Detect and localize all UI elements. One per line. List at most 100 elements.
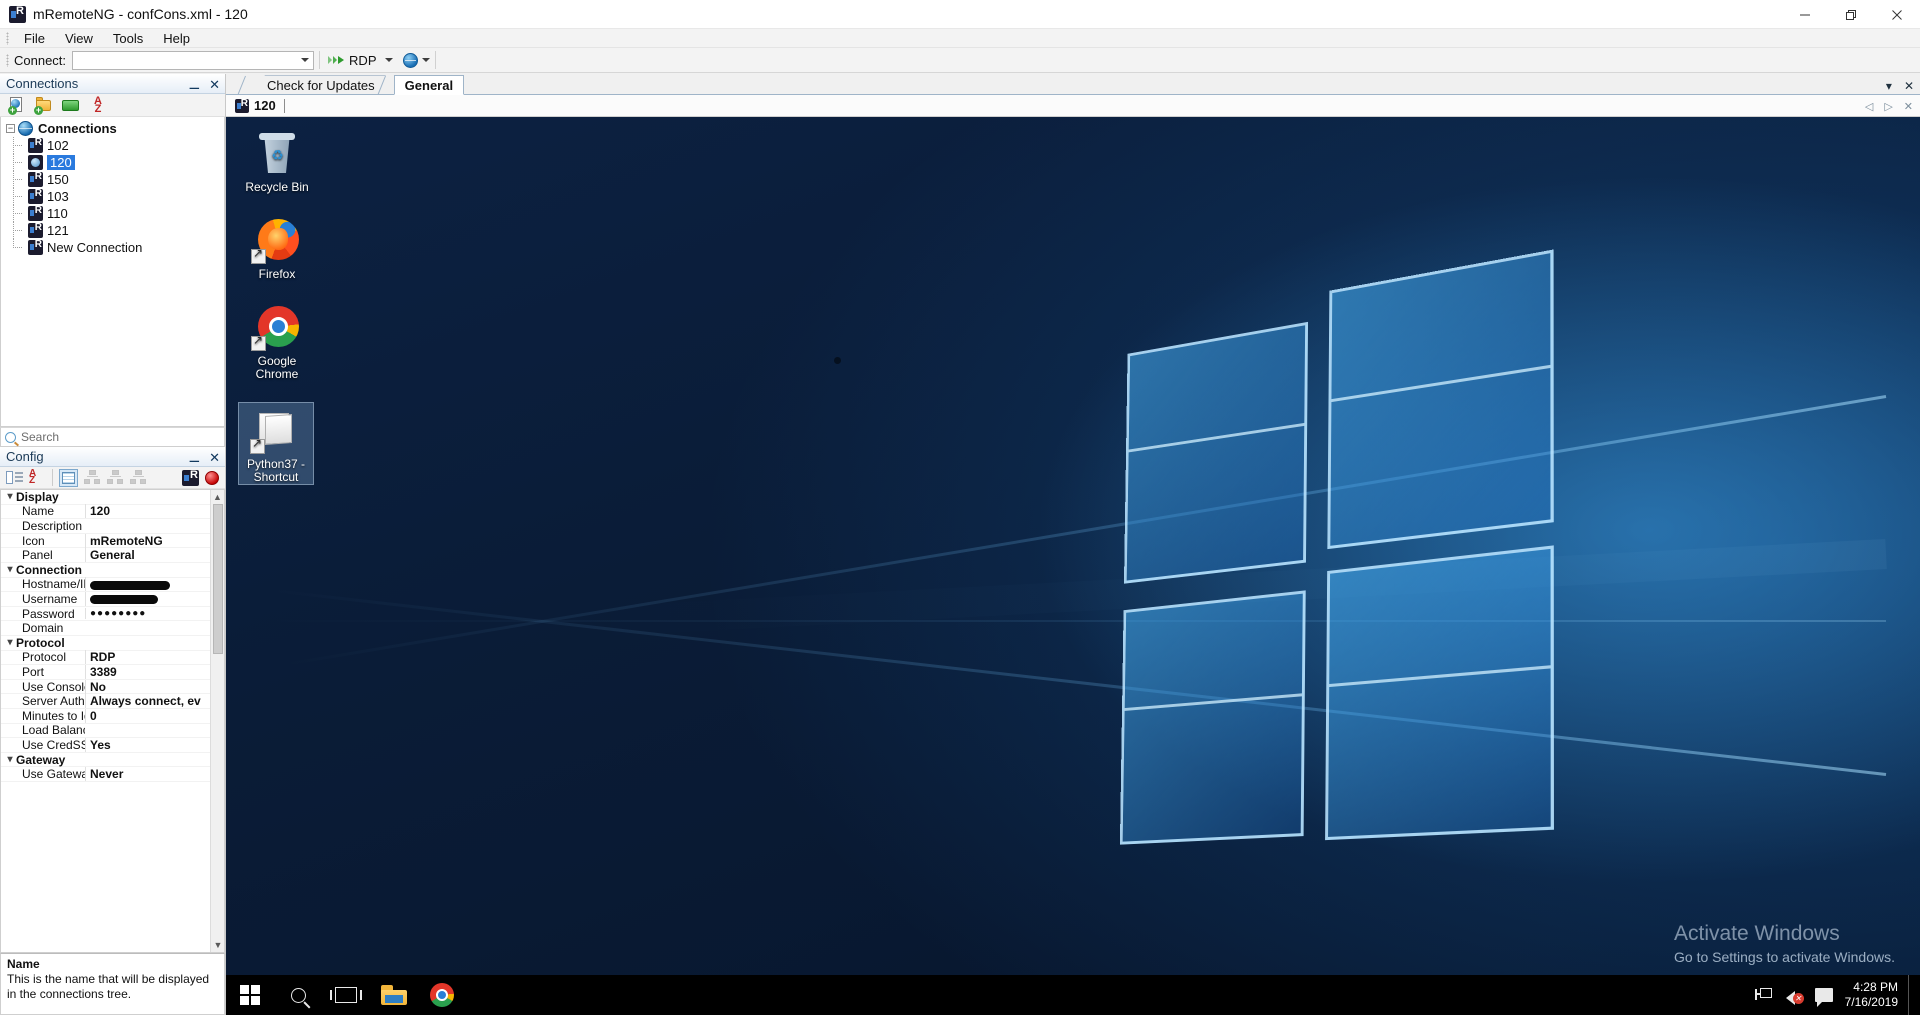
tab-list-chevron-down-icon[interactable]: ▾ — [1886, 80, 1892, 92]
action-center-tray-icon[interactable] — [1809, 975, 1839, 1015]
chrome-taskbar-button[interactable] — [418, 975, 466, 1015]
tree-item-120[interactable]: 120 — [1, 154, 224, 171]
collapse-icon[interactable]: − — [6, 124, 15, 133]
tree-item-103[interactable]: 103 — [1, 188, 224, 205]
volume-tray-icon[interactable]: ✕ — [1779, 975, 1809, 1015]
menu-view[interactable]: View — [55, 29, 103, 48]
property-value[interactable]: No — [85, 679, 224, 694]
property-row-load-balance-info[interactable]: Load Balance Ir — [1, 723, 224, 739]
property-value-redacted[interactable] — [85, 577, 224, 592]
connections-tree[interactable]: − Connections 102 120 150 — [0, 117, 225, 428]
tree-item-110[interactable]: 110 — [1, 205, 224, 222]
property-group-connection[interactable]: ▾ Connection — [1, 563, 224, 578]
property-row-server-authentication[interactable]: Server Authenti Always connect, ev — [1, 694, 224, 709]
tab-check-for-updates[interactable]: Check for Updates — [254, 75, 386, 94]
menu-tools[interactable]: Tools — [103, 29, 153, 48]
property-value[interactable]: Yes — [85, 737, 224, 752]
scroll-up-icon[interactable]: ▲ — [211, 490, 224, 504]
property-value[interactable]: Never — [85, 767, 224, 782]
new-folder-icon[interactable]: + — [34, 96, 52, 115]
tab-general[interactable]: General — [393, 75, 465, 95]
chevron-down-icon[interactable] — [301, 58, 310, 62]
sort-alphabetical-icon[interactable]: AZ — [29, 469, 46, 486]
new-connection-icon[interactable]: + — [8, 96, 25, 115]
tree-item-new-connection[interactable]: New Connection — [1, 239, 224, 256]
minimize-button[interactable] — [1782, 0, 1828, 29]
connections-search-box[interactable]: Search — [0, 427, 225, 448]
property-row-icon[interactable]: Icon mRemoteNG — [1, 533, 224, 549]
tree-item-121[interactable]: 121 — [1, 222, 224, 239]
tab-close-icon[interactable]: ✕ — [1904, 80, 1914, 92]
property-value[interactable]: 0 — [85, 708, 224, 723]
desktop-icon-recycle-bin[interactable]: ♻ Recycle Bin — [240, 129, 314, 194]
scroll-down-icon[interactable]: ▼ — [211, 938, 224, 952]
desktop-icon-google-chrome[interactable]: Google Chrome — [240, 303, 314, 381]
mremoteng-icon[interactable] — [182, 469, 199, 486]
connections-pin-button[interactable]: ⚊ — [188, 78, 200, 91]
chevron-down-icon[interactable]: ▾ — [4, 564, 16, 575]
property-group-gateway[interactable]: ▾ Gateway — [1, 753, 224, 768]
property-value[interactable]: General — [85, 548, 224, 563]
config-pin-button[interactable]: ⚊ — [188, 451, 200, 464]
property-row-use-console-session[interactable]: Use Console Se No — [1, 679, 224, 695]
property-row-use-gateway[interactable]: Use Gateway Never — [1, 767, 224, 782]
desktop-icon-firefox[interactable]: Firefox — [240, 216, 314, 281]
config-close-button[interactable]: ✕ — [209, 451, 220, 464]
property-row-use-credssp[interactable]: Use CredSSP Yes — [1, 737, 224, 753]
chevron-down-icon[interactable]: ▾ — [4, 754, 16, 765]
property-row-description[interactable]: Description — [1, 519, 224, 534]
property-row-hostname[interactable]: Hostname/IP — [1, 577, 224, 593]
session-tab-label[interactable]: 120 — [254, 98, 276, 113]
property-row-username[interactable]: Username — [1, 592, 224, 607]
sort-az-icon[interactable]: A Z — [89, 96, 107, 115]
menu-help[interactable]: Help — [153, 29, 200, 48]
file-explorer-button[interactable] — [370, 975, 418, 1015]
property-value[interactable]: Always connect, ev — [85, 694, 224, 709]
protocol-selector[interactable]: RDP — [325, 53, 395, 68]
session-close-icon[interactable]: ✕ — [1904, 100, 1913, 113]
search-button[interactable] — [274, 975, 322, 1015]
property-value[interactable]: 120 — [85, 504, 224, 519]
task-view-button[interactable] — [322, 975, 370, 1015]
property-group-display[interactable]: ▾ Display — [1, 490, 224, 505]
tree-root-connections[interactable]: − Connections — [1, 120, 224, 137]
protocol-chevron-down-icon[interactable] — [384, 58, 393, 62]
property-row-protocol[interactable]: Protocol RDP — [1, 650, 224, 666]
connections-close-button[interactable]: ✕ — [209, 78, 220, 91]
tree-item-102[interactable]: 102 — [1, 137, 224, 154]
property-grid-scrollbar[interactable]: ▲ ▼ — [210, 490, 224, 952]
categorized-icon[interactable] — [6, 470, 23, 485]
chevron-down-icon[interactable]: ▾ — [4, 637, 16, 648]
property-row-domain[interactable]: Domain — [1, 621, 224, 636]
property-row-password[interactable]: Password ●●●●●●●● — [1, 607, 224, 622]
menu-file[interactable]: File — [14, 29, 55, 48]
close-button[interactable] — [1874, 0, 1920, 29]
property-value-redacted[interactable] — [85, 592, 224, 607]
start-button[interactable] — [226, 975, 274, 1015]
tree-item-150[interactable]: 150 — [1, 171, 224, 188]
new-session-icon[interactable] — [62, 97, 79, 114]
connect-input[interactable] — [73, 51, 314, 69]
scrollbar-thumb[interactable] — [213, 504, 223, 655]
maximize-button[interactable] — [1828, 0, 1874, 29]
property-group-protocol[interactable]: ▾ Protocol — [1, 636, 224, 651]
property-value[interactable]: mRemoteNG — [85, 533, 224, 548]
show-desktop-button[interactable] — [1908, 975, 1914, 1015]
toolbar-grip[interactable] — [6, 53, 9, 67]
external-tools-globe-icon[interactable] — [402, 52, 418, 68]
property-row-name[interactable]: Name 120 — [1, 504, 224, 520]
record-icon[interactable] — [205, 470, 219, 485]
property-value[interactable]: ●●●●●●●● — [85, 608, 224, 620]
remote-desktop-viewport[interactable]: ♻ Recycle Bin Firefox Google Chrome — [226, 117, 1920, 1015]
session-prev-icon[interactable]: ◁ — [1865, 100, 1873, 113]
property-row-minutes-to-idle[interactable]: Minutes to Idle 0 — [1, 708, 224, 724]
external-tools-chevron-down-icon[interactable] — [421, 58, 430, 62]
menu-grip[interactable] — [6, 31, 9, 45]
chevron-down-icon[interactable]: ▾ — [4, 491, 16, 502]
property-value[interactable]: 3389 — [85, 664, 224, 679]
properties-icon[interactable] — [59, 468, 78, 487]
connect-combobox[interactable] — [72, 50, 315, 70]
taskbar-clock[interactable]: 4:28 PM 7/16/2019 — [1839, 980, 1908, 1010]
config-property-grid[interactable]: ▾ Display Name 120 Description Icon mRem… — [0, 489, 225, 953]
property-value[interactable]: RDP — [85, 650, 224, 665]
